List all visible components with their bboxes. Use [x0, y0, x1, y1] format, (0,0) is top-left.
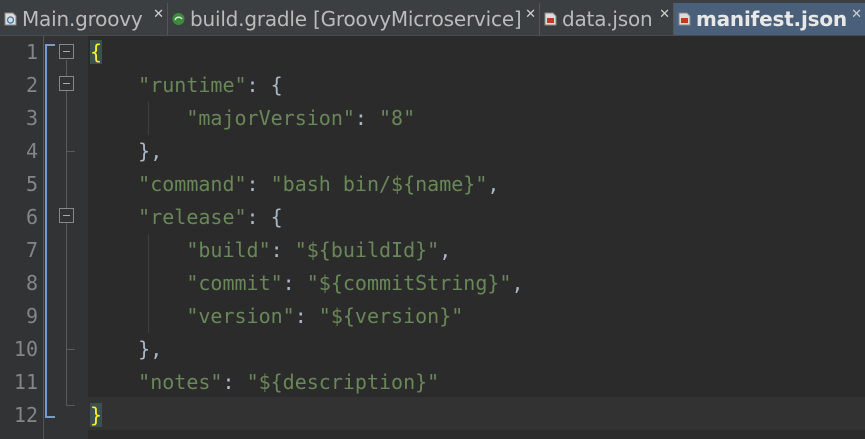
code-text[interactable]: "release": {	[90, 201, 283, 234]
tab-label: data.json	[562, 7, 653, 31]
code-token-key: "version"	[186, 304, 295, 328]
close-icon[interactable]: ✕	[153, 7, 164, 22]
code-token-punct: : {	[246, 73, 283, 97]
code-token-key: "command"	[138, 172, 247, 196]
code-line: 2 "runtime": {	[0, 69, 865, 102]
line-number: 6	[25, 205, 38, 229]
code-text[interactable]: {	[90, 36, 103, 69]
code-text[interactable]: },	[90, 333, 162, 366]
close-icon[interactable]: ✕	[659, 7, 670, 22]
line-number: 8	[25, 271, 38, 295]
code-token-str: "${version}"	[318, 304, 464, 328]
code-token-str: "bash bin/${name}"	[270, 172, 488, 196]
code-token-punct: :	[246, 172, 271, 196]
tab-build-gradle[interactable]: build.gradle [GroovyMicroservice] ✕	[168, 3, 540, 35]
code-text[interactable]: }	[90, 399, 103, 432]
code-token-punct: :	[270, 238, 295, 262]
line-number: 9	[25, 304, 38, 328]
editor-tab-bar: Main.groovy ✕ build.gradle [GroovyMicros…	[0, 0, 865, 36]
tab-manifest-json[interactable]: manifest.json ✕	[674, 3, 865, 35]
code-line: 4 },	[0, 135, 865, 168]
code-token-punct: ,	[487, 172, 500, 196]
code-line: 12}	[0, 399, 865, 432]
code-text[interactable]: "runtime": {	[90, 69, 283, 102]
json-file-icon	[544, 12, 557, 26]
json-file-icon	[678, 12, 691, 26]
tab-label: manifest.json	[696, 7, 847, 31]
line-number: 2	[25, 73, 38, 97]
code-text[interactable]: "command": "bash bin/${name}",	[90, 168, 499, 201]
line-number: 3	[25, 106, 38, 130]
line-number: 4	[25, 139, 38, 163]
code-line: 1{	[0, 36, 865, 69]
code-token-key: "build"	[186, 238, 271, 262]
code-token-punct: :	[222, 370, 247, 394]
code-token-key: "majorVersion"	[186, 106, 355, 130]
code-token-punct: },	[138, 139, 163, 163]
groovy-file-icon	[4, 12, 17, 26]
close-icon[interactable]: ✕	[525, 7, 536, 22]
code-line: 6 "release": {	[0, 201, 865, 234]
code-token-punct: :	[294, 304, 319, 328]
code-line: 9 "version": "${version}"	[0, 300, 865, 333]
tab-data-json[interactable]: data.json ✕	[540, 3, 674, 35]
code-token-brace: {	[90, 40, 103, 64]
code-token-punct: },	[138, 337, 163, 361]
code-token-punct: ,	[439, 238, 452, 262]
line-number: 10	[13, 337, 38, 361]
tab-label: build.gradle [GroovyMicroservice]	[190, 7, 522, 31]
tab-label: Main.groovy	[22, 7, 143, 31]
code-line: 3 "majorVersion": "8"	[0, 102, 865, 135]
code-text[interactable]: "majorVersion": "8"	[90, 102, 415, 135]
code-token-key: "runtime"	[138, 73, 247, 97]
code-line: 5 "command": "bash bin/${name}",	[0, 168, 865, 201]
line-number: 12	[13, 403, 38, 427]
code-token-key: "commit"	[186, 271, 283, 295]
code-token-punct: :	[282, 271, 307, 295]
code-token-str: "${description}"	[246, 370, 440, 394]
line-number: 7	[25, 238, 38, 262]
code-line: 10 },	[0, 333, 865, 366]
code-token-str: "${buildId}"	[294, 238, 440, 262]
code-text[interactable]: "notes": "${description}"	[90, 366, 439, 399]
tab-main-groovy[interactable]: Main.groovy ✕	[0, 3, 168, 35]
code-line: 8 "commit": "${commitString}",	[0, 267, 865, 300]
code-token-key: "notes"	[138, 370, 223, 394]
code-text[interactable]: },	[90, 135, 162, 168]
code-token-punct: :	[354, 106, 379, 130]
code-token-str: "${commitString}"	[306, 271, 512, 295]
code-line: 11 "notes": "${description}"	[0, 366, 865, 399]
code-text[interactable]: "version": "${version}"	[90, 300, 463, 333]
code-token-key: "release"	[138, 205, 247, 229]
code-token-punct: ,	[511, 271, 524, 295]
code-token-punct: : {	[246, 205, 283, 229]
code-text[interactable]: "build": "${buildId}",	[90, 234, 451, 267]
code-token-str: "8"	[379, 106, 416, 130]
gradle-file-icon	[172, 13, 185, 25]
line-number: 11	[13, 370, 38, 394]
line-number: 1	[25, 40, 38, 64]
code-line: 7 "build": "${buildId}",	[0, 234, 865, 267]
code-token-brace: }	[90, 403, 103, 427]
close-icon[interactable]: ✕	[851, 7, 862, 22]
line-number: 5	[25, 172, 38, 196]
code-text[interactable]: "commit": "${commitString}",	[90, 267, 524, 300]
